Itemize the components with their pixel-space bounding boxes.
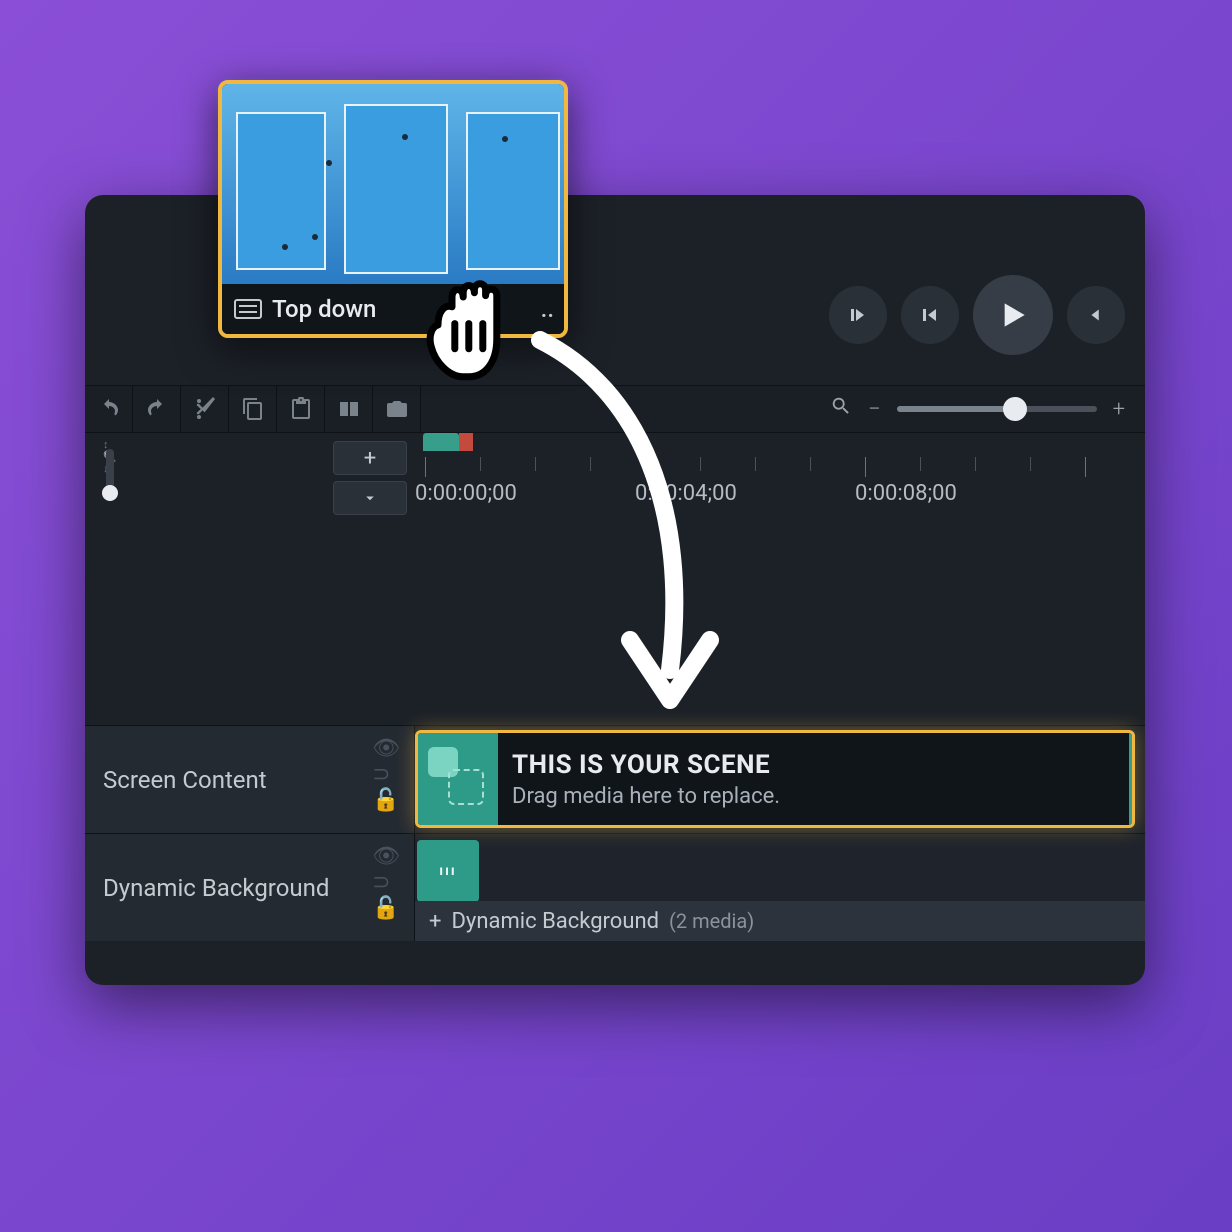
track-dynamic-background: Dynamic Background 👁 ⊃ 🔓 ııı + Dynamic B… (85, 833, 1145, 941)
lock-icon[interactable]: 🔓 (372, 898, 400, 920)
track-screen-content: Screen Content 👁 ⊃ 🔓 THIS IS YOUR SCENE … (85, 725, 1145, 833)
scene-drop-target[interactable]: THIS IS YOUR SCENE Drag media here to re… (415, 730, 1135, 828)
expand-tracks-button[interactable] (333, 481, 407, 515)
clip-thumbnail (418, 733, 498, 825)
playback-controls (829, 275, 1125, 355)
track-controls: 👁 ⊃ 🔓 (372, 738, 400, 812)
track-name: Screen Content (103, 766, 267, 794)
undo-button[interactable] (85, 385, 133, 433)
add-track-button[interactable]: + (333, 441, 407, 475)
zoom-slider[interactable] (897, 406, 1097, 412)
redo-button[interactable] (133, 385, 181, 433)
clip-subtitle: Drag media here to replace. (512, 784, 780, 809)
magnet-icon[interactable]: ⊃ (372, 872, 400, 894)
track-header[interactable]: Dynamic Background 👁 ⊃ 🔓 (85, 834, 415, 941)
paste-button[interactable] (277, 385, 325, 433)
grab-cursor-icon (410, 262, 550, 402)
zoom-in-button[interactable]: + (1113, 397, 1125, 422)
media-count: (2 media) (669, 909, 754, 933)
track-header[interactable]: Screen Content 👁 ⊃ 🔓 (85, 726, 415, 833)
timeline-tracks: Screen Content 👁 ⊃ 🔓 THIS IS YOUR SCENE … (85, 725, 1145, 941)
search-icon[interactable] (830, 395, 852, 423)
magnet-icon[interactable]: ⊃ (372, 764, 400, 786)
ruler-ticks (415, 457, 1145, 487)
video-icon (234, 299, 262, 319)
bg-clip[interactable]: ııı (417, 840, 479, 902)
step-back-button[interactable] (829, 286, 887, 344)
track-controls: 👁 ⊃ 🔓 (372, 846, 400, 920)
timeline-toolbar: − + (85, 385, 1145, 433)
track-group-row[interactable]: + Dynamic Background (2 media) (415, 901, 1145, 941)
split-button[interactable] (325, 385, 373, 433)
play-button[interactable] (973, 275, 1053, 355)
track-height-slider[interactable] (106, 449, 114, 499)
time-label: 0:00:08;00 (855, 481, 957, 506)
track-name: Dynamic Background (103, 874, 329, 902)
time-label: 0:00:00;00 (415, 481, 517, 506)
playhead[interactable] (423, 433, 459, 451)
visibility-icon[interactable]: 👁 (372, 846, 400, 868)
group-label: Dynamic Background (451, 909, 659, 934)
timeline-ruler[interactable]: 0:00:00;00 0:00:04;00 0:00:08;00 (415, 433, 1145, 533)
prev-button[interactable] (1067, 286, 1125, 344)
track-add-controls: + (333, 441, 407, 515)
visibility-icon[interactable]: 👁 (372, 738, 400, 760)
step-forward-button[interactable] (901, 286, 959, 344)
zoom-out-button[interactable]: − (868, 397, 881, 422)
clip-title: THIS IS YOUR SCENE (512, 750, 780, 780)
time-label: 0:00:04;00 (635, 481, 737, 506)
cut-button[interactable] (181, 385, 229, 433)
lock-icon[interactable]: 🔓 (372, 790, 400, 812)
copy-button[interactable] (229, 385, 277, 433)
media-name: Top down (272, 295, 376, 323)
playhead-marker[interactable] (459, 433, 473, 451)
media-thumbnail (222, 84, 564, 284)
track-height-control: ↕🔍↓ (85, 433, 135, 533)
add-media-icon[interactable]: + (429, 909, 441, 934)
